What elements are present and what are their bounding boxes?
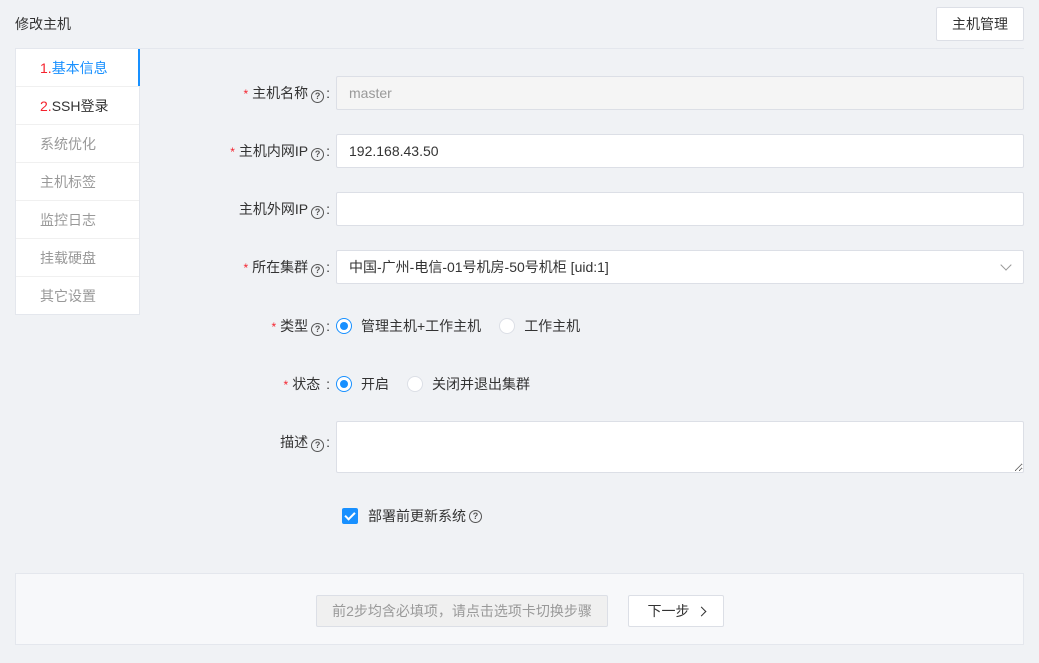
- footer-bar: 前2步均含必填项，请点击选项卡切换步骤 下一步: [15, 573, 1024, 645]
- step-mount-disk[interactable]: 挂载硬盘: [16, 239, 139, 277]
- help-icon[interactable]: ?: [311, 90, 325, 103]
- status-radio-off-exit[interactable]: 关闭并退出集群: [407, 374, 530, 394]
- step-label: 基本信息: [51, 60, 108, 76]
- internal-ip-input[interactable]: [336, 134, 1024, 168]
- help-icon[interactable]: ?: [311, 439, 325, 452]
- description-label: 描述?:: [280, 434, 330, 452]
- cluster-select-value: 中国-广州-电信-01号机房-50号机柜 [uid:1]: [349, 259, 609, 275]
- host-management-button[interactable]: 主机管理: [936, 7, 1024, 41]
- cluster-select[interactable]: 中国-广州-电信-01号机房-50号机柜 [uid:1]: [336, 250, 1024, 284]
- status-row: * 状态 : 开启 关闭并退出集群: [150, 374, 1024, 394]
- header-divider: [15, 48, 1024, 49]
- help-icon[interactable]: ?: [311, 148, 325, 161]
- internal-ip-label: * 主机内网IP?:: [230, 143, 330, 161]
- step-monitor-logs[interactable]: 监控日志: [16, 201, 139, 239]
- type-radio-worker[interactable]: 工作主机: [499, 316, 580, 336]
- internal-ip-row: * 主机内网IP?:: [150, 134, 1024, 168]
- status-radio-group: 开启 关闭并退出集群: [336, 374, 548, 394]
- step-host-tags[interactable]: 主机标签: [16, 163, 139, 201]
- step-system-optimize[interactable]: 系统优化: [16, 125, 139, 163]
- status-label: * 状态 :: [283, 376, 330, 392]
- hostname-input[interactable]: [336, 76, 1024, 110]
- chevron-down-icon: [1000, 259, 1012, 271]
- step-ssh-login[interactable]: 2.SSH登录: [16, 87, 139, 125]
- help-icon[interactable]: ?: [469, 509, 482, 523]
- type-radio-group: 管理主机+工作主机 工作主机: [336, 316, 598, 336]
- step-nav: 1.基本信息 2.SSH登录 系统优化 主机标签 监控日志 挂载硬盘 其它设置: [15, 48, 140, 315]
- external-ip-input[interactable]: [336, 192, 1024, 226]
- update-system-row: 部署前更新系统?: [342, 506, 482, 526]
- external-ip-row: 主机外网IP?:: [150, 192, 1024, 226]
- external-ip-label: 主机外网IP?:: [238, 201, 330, 219]
- cluster-row: * 所在集群?: 中国-广州-电信-01号机房-50号机柜 [uid:1]: [150, 250, 1024, 284]
- description-row: 描述?:: [150, 421, 1024, 473]
- type-label: * 类型?:: [271, 318, 330, 336]
- hostname-row: * 主机名称?:: [150, 76, 1024, 110]
- help-icon[interactable]: ?: [311, 323, 325, 336]
- cluster-label: * 所在集群?:: [243, 259, 330, 277]
- page-title: 修改主机: [15, 16, 71, 32]
- update-system-checkbox[interactable]: [342, 508, 358, 524]
- description-textarea[interactable]: [336, 421, 1024, 473]
- step-basic-info[interactable]: 1.基本信息: [16, 49, 140, 87]
- help-icon[interactable]: ?: [311, 206, 325, 219]
- step-other-settings[interactable]: 其它设置: [16, 277, 139, 315]
- type-row: * 类型?: 管理主机+工作主机 工作主机: [150, 316, 1024, 336]
- step-label: SSH登录: [51, 98, 109, 114]
- required-hint-button: 前2步均含必填项，请点击选项卡切换步骤: [316, 595, 608, 627]
- help-icon[interactable]: ?: [311, 264, 325, 277]
- next-step-button[interactable]: 下一步: [628, 595, 724, 627]
- hostname-label: * 主机名称?:: [243, 85, 330, 103]
- chevron-right-icon: [696, 606, 706, 617]
- status-radio-on[interactable]: 开启: [336, 374, 389, 394]
- type-radio-manager-worker[interactable]: 管理主机+工作主机: [336, 316, 481, 336]
